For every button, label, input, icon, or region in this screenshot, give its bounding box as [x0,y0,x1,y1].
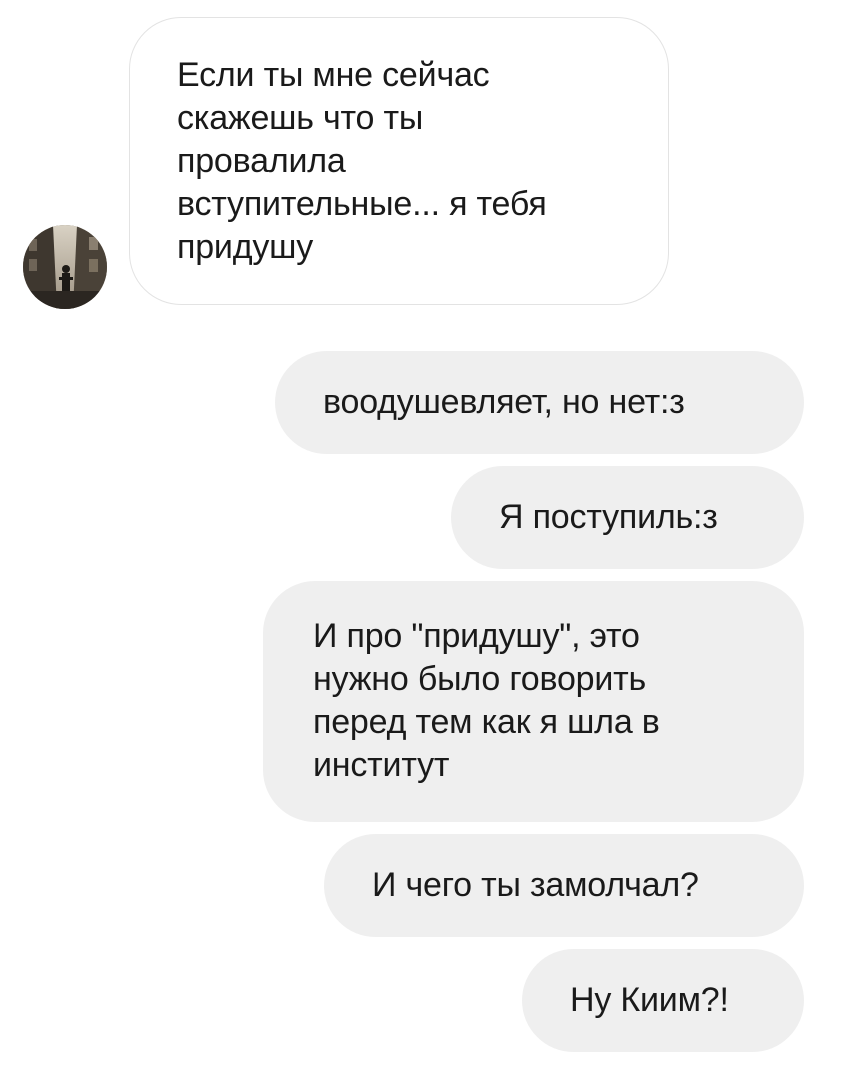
outgoing-message[interactable]: воодушевляет, но нет:з [275,351,804,454]
outgoing-message[interactable]: И чего ты замолчал? [324,834,804,937]
outgoing-message[interactable]: Ну Киим?! [522,949,804,1052]
contact-avatar[interactable] [23,225,107,309]
incoming-message[interactable]: Если ты мне сейчас скажешь что ты провал… [129,17,669,305]
outgoing-message[interactable]: Я поступиль:з [451,466,804,569]
street-photo-avatar-icon [23,225,107,309]
outgoing-message[interactable]: И про "придушу", это нужно было говорить… [263,581,804,822]
chat-thread: Если ты мне сейчас скажешь что ты провал… [0,0,846,1080]
